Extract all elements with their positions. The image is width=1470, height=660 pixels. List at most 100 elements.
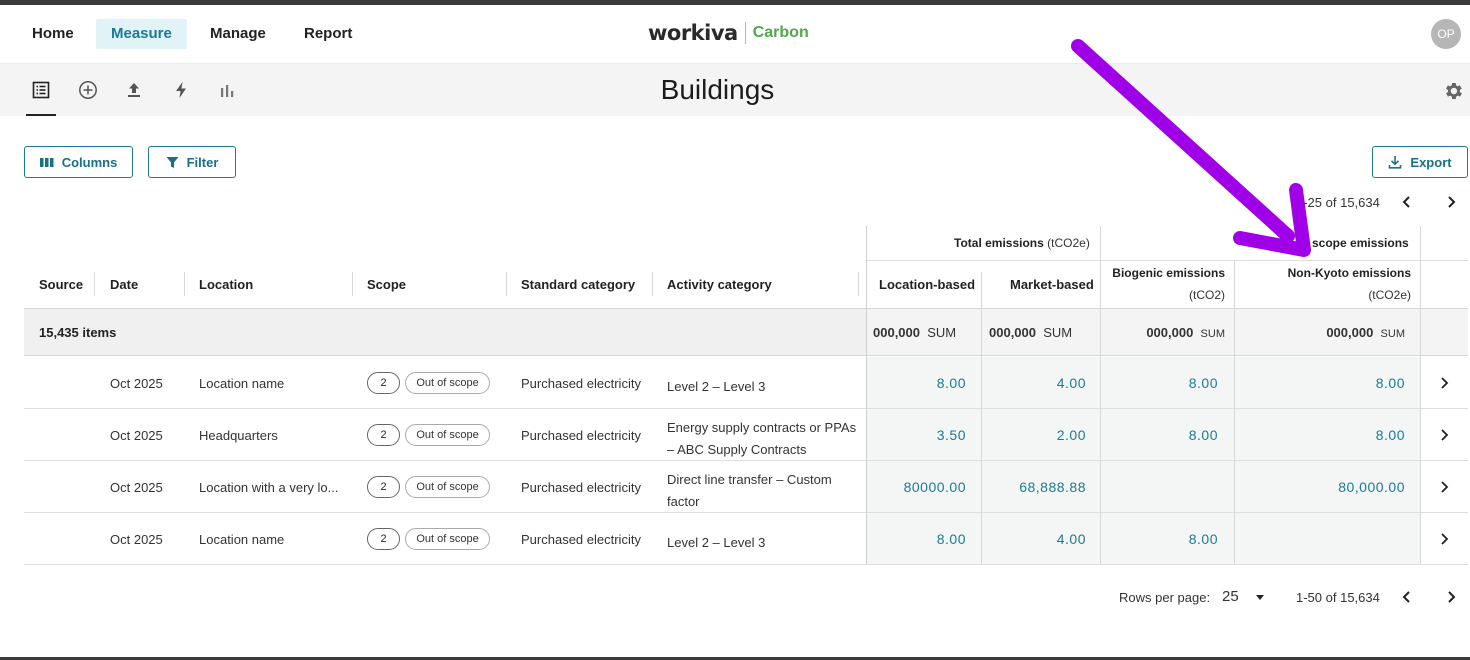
filter-icon [166, 156, 179, 168]
col-divider [1100, 308, 1101, 356]
col-divider [506, 272, 507, 296]
row-non-kyoto[interactable]: 8.00 [1235, 427, 1405, 443]
brand-name: workiva [648, 21, 738, 45]
col-source[interactable]: Source [39, 277, 83, 292]
row-location: Location with a very lo... [199, 480, 339, 495]
nav-report[interactable]: Report [289, 19, 367, 49]
col-date[interactable]: Date [110, 277, 138, 292]
sum-label: SUM [1380, 328, 1405, 340]
nav-home[interactable]: Home [17, 19, 89, 49]
group-header-rule [867, 260, 1468, 261]
col-market-based[interactable]: Market-based [1010, 277, 1094, 292]
col-standard-category[interactable]: Standard category [521, 277, 635, 292]
summary-value: 000,000 [1146, 325, 1194, 340]
scope-status-badge: Out of scope [405, 528, 490, 550]
brand-logo[interactable]: workiva Carbon [648, 17, 809, 49]
chevron-left-icon[interactable] [1400, 590, 1414, 604]
col-divider [1234, 308, 1235, 356]
summary-item-count: 15,435 items [39, 325, 117, 340]
row-location: Location name [199, 376, 285, 391]
row-date: Oct 2025 [110, 428, 163, 443]
table-row[interactable]: Oct 2025 Headquarters 2 Out of scope Pur… [24, 409, 1468, 461]
activity-line-1: Level 2 – Level 3 [667, 535, 766, 550]
columns-label: Columns [61, 154, 118, 170]
chevron-right-icon[interactable] [1437, 376, 1451, 390]
row-non-kyoto[interactable]: 8.00 [1235, 375, 1405, 391]
caret-down-icon[interactable] [1253, 590, 1267, 604]
row-biogenic[interactable]: 8.00 [1101, 531, 1218, 547]
col-location-based[interactable]: Location-based [879, 277, 975, 292]
row-date: Oct 2025 [110, 480, 163, 495]
scope-number-badge: 2 [367, 372, 400, 394]
nav-manage[interactable]: Manage [195, 19, 281, 49]
col-divider [94, 272, 95, 296]
row-standard-category: Purchased electricity [521, 428, 641, 443]
col-activity-category[interactable]: Activity category [667, 277, 772, 292]
row-location-based[interactable]: 80000.00 [867, 479, 966, 495]
col-biogenic[interactable]: Biogenic emissions [1110, 266, 1225, 280]
export-label: Export [1410, 154, 1452, 170]
row-biogenic[interactable]: 8.00 [1101, 375, 1218, 391]
chevron-left-icon[interactable] [1400, 195, 1414, 209]
sum-label: SUM [1043, 325, 1073, 340]
table-row[interactable]: Oct 2025 Location with a very lo... 2 Ou… [24, 461, 1468, 513]
table-row[interactable]: Oct 2025 Location name 2 Out of scope Pu… [24, 513, 1468, 565]
filter-label: Filter [186, 154, 219, 170]
col-divider [858, 272, 859, 296]
col-divider [652, 272, 653, 296]
columns-icon [39, 157, 54, 167]
activity-line-1: Direct line transfer – Custom [667, 472, 832, 487]
activity-line-1: Level 2 – Level 3 [667, 379, 766, 394]
scope-status-badge: Out of scope [405, 476, 490, 498]
col-scope[interactable]: Scope [367, 277, 406, 292]
col-divider [981, 308, 982, 356]
scope-status-badge: Out of scope [405, 424, 490, 446]
chevron-right-icon[interactable] [1437, 428, 1451, 442]
table-row[interactable]: Oct 2025 Location name 2 Out of scope Pu… [24, 357, 1468, 409]
chevron-right-icon[interactable] [1437, 480, 1451, 494]
row-market-based[interactable]: 2.00 [982, 427, 1086, 443]
group-divider [1420, 226, 1421, 260]
col-non-kyoto[interactable]: Non-Kyoto emissions [1244, 266, 1411, 280]
row-activity-category: Direct line transfer – Custom factor [667, 469, 832, 513]
col-divider [1420, 513, 1421, 565]
row-market-based[interactable]: 4.00 [982, 531, 1086, 547]
row-location-based[interactable]: 8.00 [867, 531, 966, 547]
row-location-based[interactable]: 3.50 [867, 427, 966, 443]
row-location-based[interactable]: 8.00 [867, 375, 966, 391]
col-divider [1234, 513, 1235, 565]
col-divider [1100, 461, 1101, 513]
row-divider [24, 564, 1468, 565]
frozen-column-divider [866, 308, 867, 356]
nav-measure[interactable]: Measure [96, 19, 187, 49]
row-non-kyoto[interactable]: 80,000.00 [1235, 479, 1405, 495]
group-total-label: Total emissions [954, 236, 1044, 250]
chevron-right-icon[interactable] [1444, 195, 1458, 209]
chevron-right-icon[interactable] [1444, 590, 1458, 604]
summary-value: 000,000 [873, 325, 920, 340]
export-button[interactable]: Export [1372, 146, 1468, 178]
brand-divider [744, 22, 746, 44]
sum-label: SUM [927, 325, 957, 340]
activity-line-2: factor [667, 494, 700, 509]
gear-icon[interactable] [1442, 80, 1464, 102]
rows-per-page-select[interactable]: 25 [1222, 588, 1239, 605]
col-location[interactable]: Location [199, 277, 253, 292]
chevron-right-icon[interactable] [1437, 532, 1451, 546]
summary-biogenic: 000,000 SUM [1110, 325, 1225, 340]
brand-product: Carbon [752, 24, 809, 41]
row-market-based[interactable]: 4.00 [982, 375, 1086, 391]
avatar[interactable]: OP [1431, 19, 1461, 49]
columns-button[interactable]: Columns [24, 146, 133, 178]
row-activity-category: Energy supply contracts or PPAs – ABC Su… [667, 417, 856, 461]
row-standard-category: Purchased electricity [521, 480, 641, 495]
col-divider [184, 272, 185, 296]
row-market-based[interactable]: 68,888.88 [982, 479, 1086, 495]
row-biogenic[interactable]: 8.00 [1101, 427, 1218, 443]
col-divider [1420, 308, 1421, 356]
col-divider [1420, 409, 1421, 461]
filter-button[interactable]: Filter [148, 146, 236, 178]
scope-status-badge: Out of scope [405, 372, 490, 394]
col-divider [352, 272, 353, 296]
scope-number-badge: 2 [367, 476, 400, 498]
